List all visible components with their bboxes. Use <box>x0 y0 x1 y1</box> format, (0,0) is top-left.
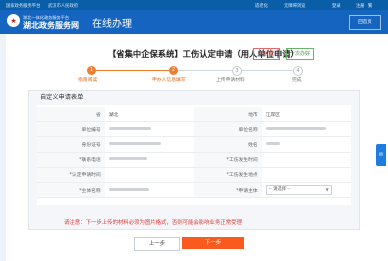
left-side-strip <box>0 34 6 261</box>
form-row: *联系电话 *工伤发生时间 <box>37 152 351 168</box>
apply-time-input[interactable] <box>104 167 194 183</box>
id-number-label: 身份证号 <box>37 136 105 153</box>
province-value: 湖北 <box>104 107 194 123</box>
step-connector <box>92 70 173 71</box>
prev-step-button[interactable]: 上一步 <box>134 237 180 251</box>
step-1-circle: 1 <box>87 66 96 75</box>
city-value: 江岸区 <box>261 107 351 123</box>
subject-name-label: *主体名称 <box>37 182 105 199</box>
step-3-label: 上传申请材料 <box>216 78 245 83</box>
province-label: 省 <box>37 107 105 123</box>
home-button[interactable]: 回首页 <box>349 15 381 30</box>
name-label: 姓名 <box>193 136 262 153</box>
register-link[interactable]: 注册 <box>356 3 365 9</box>
form-row: *认定申请时间 *工伤发生地点 <box>37 167 351 183</box>
accessible-browse-link[interactable]: 无障碍浏览 <box>284 3 305 9</box>
apply-subject-select[interactable]: -- 请选择 -- ▼ <box>265 185 332 196</box>
injury-place-label: *工伤发生地点 <box>193 167 262 183</box>
redacted-value <box>265 126 326 130</box>
form-row: *主体名称 *申请主体 -- 请选择 -- ▼ <box>37 182 351 199</box>
apply-subject-cell: -- 请选择 -- ▼ <box>261 182 351 199</box>
apply-time-label: *认定申请时间 <box>37 167 105 183</box>
chevron-down-icon: ▼ <box>325 187 329 193</box>
login-link[interactable]: 登录 <box>332 3 341 9</box>
elder-mode-link[interactable]: 适老化 <box>255 3 268 9</box>
step-4-label: 完成 <box>292 78 302 83</box>
one-time-badge: 一次办好 <box>286 48 314 60</box>
injury-place-input[interactable] <box>261 167 351 183</box>
injury-time-label: *工伤发生时间 <box>193 152 262 168</box>
chat-icon[interactable]: ✉ <box>376 144 386 166</box>
unit-name-value <box>261 121 351 138</box>
redacted-value <box>108 187 149 191</box>
redacted-value <box>108 157 147 161</box>
select-placeholder: -- 请选择 -- <box>268 187 291 193</box>
form-row: 身份证号 姓名 <box>37 136 351 153</box>
apply-subject-label: *申请主体 <box>193 182 262 199</box>
page: { "topbar": { "portal": "国家政务服务平台", "cit… <box>0 0 388 261</box>
step-4-circle: 4 <box>293 66 303 76</box>
top-utility-bar: 国家政务服务平台 武汉市人民政府 适老化 无障碍浏览 登录 注册 繁 <box>0 0 388 10</box>
next-step-button[interactable]: 下一步 <box>182 237 244 249</box>
application-form: 省 湖北 地市 江岸区 单位编号 单位名称 身份证号 姓名 *联系电话 *工伤发… <box>37 107 351 199</box>
redacted-value <box>108 141 161 145</box>
id-number-value <box>104 136 194 153</box>
fee-badge: 不收费 <box>253 48 280 60</box>
form-panel-title: 自定义申请表单 <box>40 94 84 101</box>
city-label: 地市 <box>193 107 262 123</box>
logo-title[interactable]: 湖北政务服务网 <box>23 20 79 31</box>
phone-label: *联系电话 <box>37 152 105 168</box>
step-3-circle: 3 <box>232 66 242 76</box>
name-value <box>261 136 351 153</box>
step-1-label: 指南阅读 <box>78 78 98 83</box>
national-portal-link[interactable]: 国家政务服务平台 <box>6 3 40 9</box>
injury-time-input[interactable] <box>261 152 351 168</box>
upload-notice: 请注意：下一步上传的材料必须为图片格式，否则可能会影响业务正常受理 <box>64 220 242 226</box>
phone-input[interactable] <box>104 152 194 168</box>
redacted-value <box>108 126 151 130</box>
form-row: 单位编号 单位名称 <box>37 121 351 138</box>
emblem-icon: ★ <box>7 14 20 27</box>
unit-number-value <box>104 121 194 138</box>
step-2-circle: 2 <box>169 66 178 75</box>
form-row: 省 湖北 地市 江岸区 <box>37 107 351 123</box>
header-title: 在线办理 <box>92 19 132 30</box>
unit-name-label: 单位名称 <box>193 121 262 138</box>
city-government-link[interactable]: 武汉市人民政府 <box>48 3 78 9</box>
subject-name-input[interactable] <box>104 182 194 199</box>
redacted-value <box>265 141 280 145</box>
unit-number-label: 单位编号 <box>37 121 105 138</box>
traditional-chinese-link[interactable]: 繁 <box>368 3 372 9</box>
step-2-label: 申办人信息填写 <box>152 78 186 83</box>
